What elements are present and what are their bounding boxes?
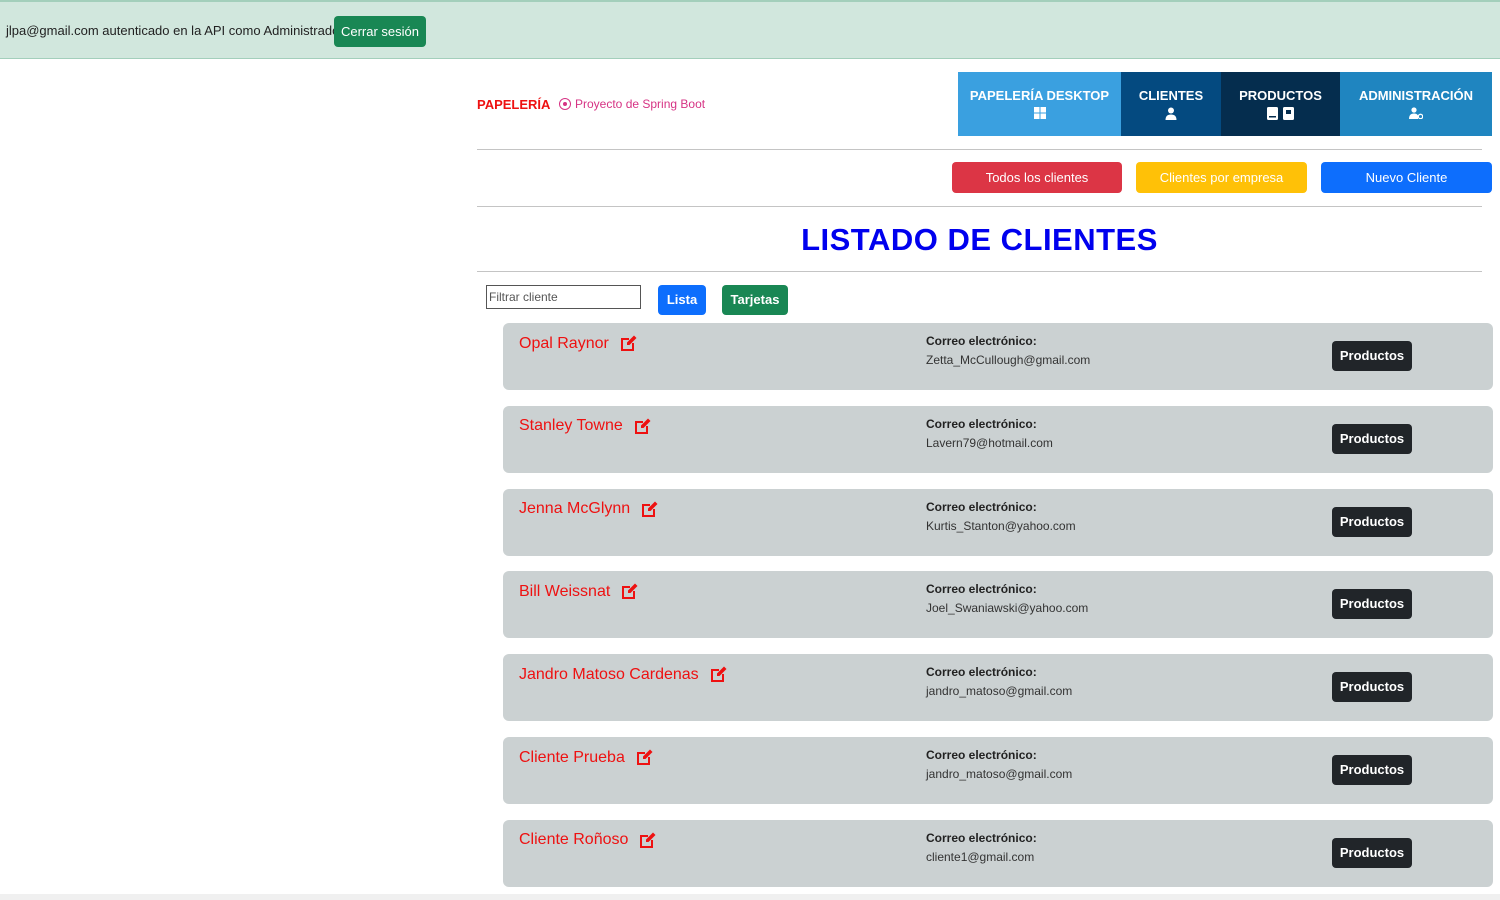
tab-productos[interactable]: PRODUCTOS (1221, 72, 1340, 136)
client-card: Cliente Roñoso Correo electrónico: cliente… (503, 819, 1493, 887)
edit-icon[interactable] (638, 831, 657, 850)
client-card: Cliente Prueba Correo electrónico: jandro_… (503, 737, 1493, 804)
cards-view-button[interactable]: Tarjetas (722, 285, 788, 315)
books-icon (1221, 107, 1340, 123)
divider (477, 206, 1482, 207)
client-products-button[interactable]: Productos (1332, 672, 1412, 703)
client-name-link[interactable]: Jenna McGlynn (519, 500, 659, 519)
page-title: LISTADO DE CLIENTES (801, 222, 1158, 257)
client-email: cliente1@gmail.com (926, 849, 1035, 864)
brand-link[interactable]: PAPELERÍA (477, 97, 550, 112)
email-label: Correo electrónico: (926, 748, 1037, 762)
edit-icon[interactable] (709, 665, 728, 684)
client-name: Jandro Matoso Cardenas (519, 665, 699, 683)
all-clients-button[interactable]: Todos los clientes (952, 162, 1122, 193)
client-email: jandro_matoso@gmail.com (926, 767, 1073, 781)
client-email: Zetta_McCullough@gmail.com (926, 353, 1091, 367)
auth-bar: jlpa@gmail.com autenticado en la API com… (0, 0, 1500, 59)
client-card: Jenna McGlynn Correo electrónico: Kurtis_S… (503, 488, 1493, 556)
client-name-link[interactable]: Jandro Matoso Cardenas (519, 665, 728, 684)
client-name: Cliente Roñoso (519, 831, 629, 849)
edit-icon[interactable] (635, 748, 654, 767)
clients-by-company-button[interactable]: Clientes por empresa (1136, 162, 1307, 193)
tab-label: CLIENTES (1138, 88, 1204, 103)
tab-clientes[interactable]: CLIENTES (1121, 72, 1221, 136)
client-card: Opal Raynor Correo electrónico: Zetta_McCu… (503, 323, 1493, 390)
edit-icon[interactable] (640, 500, 659, 519)
windows-icon (958, 107, 1121, 122)
client-name: Cliente Prueba (519, 748, 625, 766)
client-products-button[interactable]: Productos (1332, 423, 1412, 454)
email-label: Correo electrónico: (926, 582, 1037, 597)
divider (477, 149, 1482, 150)
new-client-button[interactable]: Nuevo Cliente (1321, 162, 1492, 193)
client-name-link[interactable]: Opal Raynor (519, 334, 638, 353)
client-email: Lavern79@hotmail.com (926, 435, 1053, 450)
dot-circle-icon (559, 98, 571, 110)
list-view-button[interactable]: Lista (658, 285, 706, 315)
horizontal-scrollbar[interactable] (0, 894, 1500, 900)
tab-label: ADMINISTRACIÓN (1358, 88, 1474, 103)
email-label: Correo electrónico: (926, 665, 1037, 680)
edit-icon[interactable] (620, 582, 639, 601)
client-name: Stanley Towne (519, 417, 623, 435)
email-label: Correo electrónico: (926, 334, 1037, 348)
filter-client-input[interactable] (486, 285, 641, 309)
user-icon (1121, 107, 1221, 123)
tagline-text: Proyecto de Spring Boot (575, 97, 706, 111)
client-email: jandro_matoso@gmail.com (926, 684, 1073, 699)
tab-label: PAPELERÍA DESKTOP (969, 88, 1110, 103)
edit-icon[interactable] (633, 417, 652, 436)
client-name-link[interactable]: Stanley Towne (519, 417, 652, 436)
client-name: Bill Weissnat (519, 582, 611, 600)
client-products-button[interactable]: Productos (1332, 341, 1412, 371)
tab-papeleria-desktop[interactable]: PAPELERÍA DESKTOP (958, 72, 1121, 136)
client-products-button[interactable]: Productos (1332, 837, 1412, 868)
client-products-button[interactable]: Productos (1332, 506, 1412, 537)
client-email: Kurtis_Stanton@yahoo.com (926, 518, 1076, 533)
auth-status-text: jlpa@gmail.com autenticado en la API com… (6, 23, 344, 38)
client-card: Stanley Towne Correo electrónico: Lavern79… (503, 405, 1493, 473)
client-name-link[interactable]: Cliente Roñoso (519, 831, 657, 850)
client-name: Opal Raynor (519, 334, 609, 352)
client-card: Jandro Matoso Cardenas Correo electrónico… (503, 654, 1493, 722)
client-name: Jenna McGlynn (519, 500, 631, 518)
email-label: Correo electrónico: (926, 499, 1037, 514)
client-products-button[interactable]: Productos (1332, 755, 1412, 785)
client-card: Bill Weissnat Correo electrónico: Joel_Swa… (503, 571, 1493, 639)
tagline[interactable]: Proyecto de Spring Boot (559, 97, 705, 111)
edit-icon[interactable] (619, 334, 638, 353)
email-label: Correo electrónico: (926, 416, 1037, 431)
logout-button[interactable]: Cerrar sesión (334, 16, 426, 47)
tab-label: PRODUCTOS (1239, 88, 1322, 103)
email-label: Correo electrónico: (926, 830, 1037, 845)
tab-administracion[interactable]: ADMINISTRACIÓN (1340, 72, 1492, 136)
client-products-button[interactable]: Productos (1332, 589, 1412, 620)
client-name-link[interactable]: Cliente Prueba (519, 748, 654, 767)
user-gear-icon (1340, 107, 1492, 122)
client-email: Joel_Swaniawski@yahoo.com (926, 601, 1089, 616)
client-name-link[interactable]: Bill Weissnat (519, 582, 639, 601)
divider (477, 271, 1482, 272)
